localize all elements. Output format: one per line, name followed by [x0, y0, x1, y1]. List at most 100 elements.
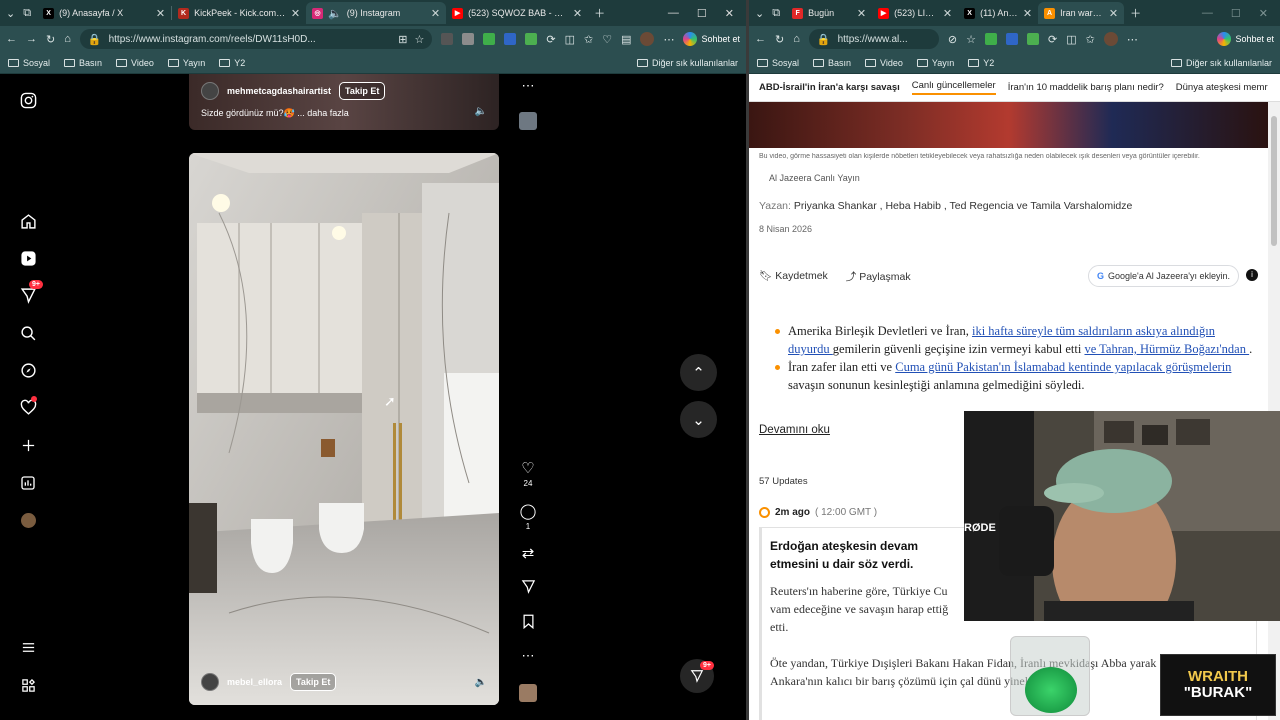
split-screen-icon[interactable]: ◫ [565, 33, 575, 46]
bookmark-folder[interactable]: Sosyal [8, 58, 50, 68]
url-field[interactable]: 🔒 https://www.al... [808, 29, 939, 49]
close-icon[interactable]: ✕ [1023, 7, 1032, 20]
article-link[interactable]: Cuma günü Pakistan'ın İslamabad kentinde… [895, 360, 1231, 374]
app-icon[interactable]: ⊞ [398, 33, 407, 46]
bookmark-folder[interactable]: Basın [64, 58, 102, 68]
tab-x[interactable]: X (11) Anasayfa ✕ [958, 2, 1038, 24]
more-options-icon[interactable]: ⋯ [518, 78, 538, 94]
close-window-icon[interactable]: ✕ [725, 7, 734, 20]
topic-link[interactable]: Dünya ateşkesi memr [1176, 82, 1268, 93]
extension-icon[interactable] [1005, 33, 1018, 45]
bookmark-folder[interactable]: Yayın [916, 58, 954, 68]
save-bookmark-icon[interactable] [518, 614, 538, 633]
share-icon[interactable] [518, 579, 538, 598]
like-button[interactable]: ♡ 24 [518, 459, 538, 488]
maximize-icon[interactable]: ☐ [697, 7, 707, 20]
other-bookmarks[interactable]: Diğer sık kullanılanlar [636, 58, 738, 68]
reel-caption[interactable]: Sizde gördünüz mü?🥵 ... daha fazla [201, 108, 349, 119]
notifications-heart-icon[interactable] [19, 396, 37, 416]
copilot-chat-button[interactable]: Sohbet et [1217, 32, 1274, 46]
close-icon[interactable]: ✕ [573, 7, 582, 20]
save-button[interactable]: 🔖︎ Kaydetmek [759, 269, 828, 284]
reels-icon[interactable] [19, 249, 37, 267]
instagram-logo-icon[interactable] [19, 91, 37, 109]
next-reel-button[interactable]: ⌄ [680, 401, 717, 438]
previous-reel[interactable]: mehmetcagdashairartist Takip Et Sizde gö… [189, 74, 499, 130]
new-tab-icon[interactable]: ＋ [594, 5, 605, 21]
close-icon[interactable]: ✕ [431, 7, 440, 20]
collections-icon[interactable]: ▤ [621, 33, 631, 46]
more-options-icon[interactable]: ⋯ [518, 648, 538, 664]
workspaces-icon[interactable]: ⧉ [23, 7, 31, 20]
close-icon[interactable]: ✕ [1109, 7, 1118, 20]
extensions-heart-icon[interactable]: ♡ [602, 33, 612, 46]
close-icon[interactable]: ✕ [943, 7, 952, 20]
extension-icon[interactable] [441, 33, 454, 45]
reel-username[interactable]: mehmetcagdashairartist [227, 86, 331, 96]
bookmark-folder[interactable]: Video [116, 58, 154, 68]
audio-thumbnail[interactable] [518, 112, 538, 130]
favorites-icon[interactable]: ✩ [584, 33, 593, 46]
tab-flipboard[interactable]: F Bugün ✕ [786, 2, 872, 24]
close-icon[interactable]: ✕ [857, 7, 866, 20]
tab-actions-icon[interactable]: ⌄ [6, 7, 15, 20]
explore-icon[interactable] [19, 361, 37, 379]
author-links[interactable]: Priyanka Shankar , Heba Habib , Ted Rege… [794, 200, 1133, 212]
bookmark-folder[interactable]: Y2 [219, 58, 245, 68]
maximize-icon[interactable]: ☐ [1231, 7, 1241, 20]
video-player[interactable] [749, 102, 1268, 148]
remix-icon[interactable]: ⇄ [518, 544, 538, 562]
also-from-meta-icon[interactable] [19, 676, 37, 694]
audio-thumbnail[interactable] [518, 684, 538, 702]
sync-icon[interactable]: ⟳ [546, 33, 555, 46]
menu-icon[interactable] [19, 638, 37, 656]
avatar[interactable] [201, 82, 219, 100]
bookmark-folder[interactable]: Y2 [968, 58, 994, 68]
profile-avatar[interactable] [1103, 32, 1118, 46]
translate-icon[interactable]: ⊘ [948, 33, 957, 46]
create-icon[interactable] [19, 436, 37, 454]
info-icon[interactable]: i [1246, 269, 1258, 281]
home-icon[interactable]: ⌂ [793, 33, 800, 45]
split-screen-icon[interactable]: ◫ [1066, 33, 1076, 46]
extension-icon[interactable] [504, 33, 517, 45]
more-menu-icon[interactable]: ⋯ [663, 33, 674, 46]
refresh-icon[interactable]: ↻ [775, 33, 784, 46]
mute-icon[interactable]: 🔈 [475, 106, 487, 117]
dashboard-icon[interactable] [19, 474, 37, 492]
home-icon[interactable] [19, 212, 37, 230]
bookmark-folder[interactable]: Basın [813, 58, 851, 68]
close-icon[interactable]: ✕ [156, 7, 165, 20]
workspaces-icon[interactable]: ⧉ [772, 7, 780, 20]
home-icon[interactable]: ⌂ [64, 33, 71, 45]
scrollbar-thumb[interactable] [1271, 116, 1277, 246]
mute-icon[interactable]: 🔈 [475, 677, 487, 688]
extension-icon[interactable] [462, 33, 475, 45]
favorites-icon[interactable]: ✩ [1086, 33, 1095, 46]
reel-video[interactable]: mebel_ellora Takip Et 🔈 [189, 153, 499, 705]
back-icon[interactable]: ← [6, 33, 17, 45]
minimize-icon[interactable]: — [1202, 7, 1213, 20]
profile-avatar[interactable] [640, 32, 655, 46]
bookmark-folder[interactable]: Yayın [167, 58, 205, 68]
follow-button[interactable]: Takip Et [290, 673, 337, 691]
avatar[interactable] [201, 673, 219, 691]
sync-icon[interactable]: ⟳ [1048, 33, 1057, 46]
new-tab-icon[interactable]: ＋ [1130, 5, 1141, 21]
close-window-icon[interactable]: ✕ [1259, 7, 1268, 20]
share-button[interactable]: ⤴ Paylaşmak [846, 269, 911, 284]
refresh-icon[interactable]: ↻ [46, 33, 55, 46]
topic-link[interactable]: ABD-İsrail'in İran'a karşı savaşı [759, 82, 900, 93]
tab-kickpeek[interactable]: K KickPeek - Kick.com için Gel ✕ [172, 2, 306, 24]
reel-username[interactable]: mebel_ellora [227, 677, 282, 687]
other-bookmarks[interactable]: Diğer sık kullanılanlar [1170, 58, 1272, 68]
messages-button[interactable]: 9+ [680, 659, 714, 693]
comment-button[interactable]: ◯ 1 [518, 502, 538, 531]
bookmark-folder[interactable]: Sosyal [757, 58, 799, 68]
extension-icon[interactable] [984, 33, 997, 45]
back-icon[interactable]: ← [755, 33, 766, 45]
minimize-icon[interactable]: — [668, 7, 679, 20]
tab-youtube[interactable]: ▶ (523) LIVE: V ✕ [872, 2, 958, 24]
tab-actions-icon[interactable]: ⌄ [755, 7, 764, 20]
follow-button[interactable]: Takip Et [339, 82, 386, 100]
